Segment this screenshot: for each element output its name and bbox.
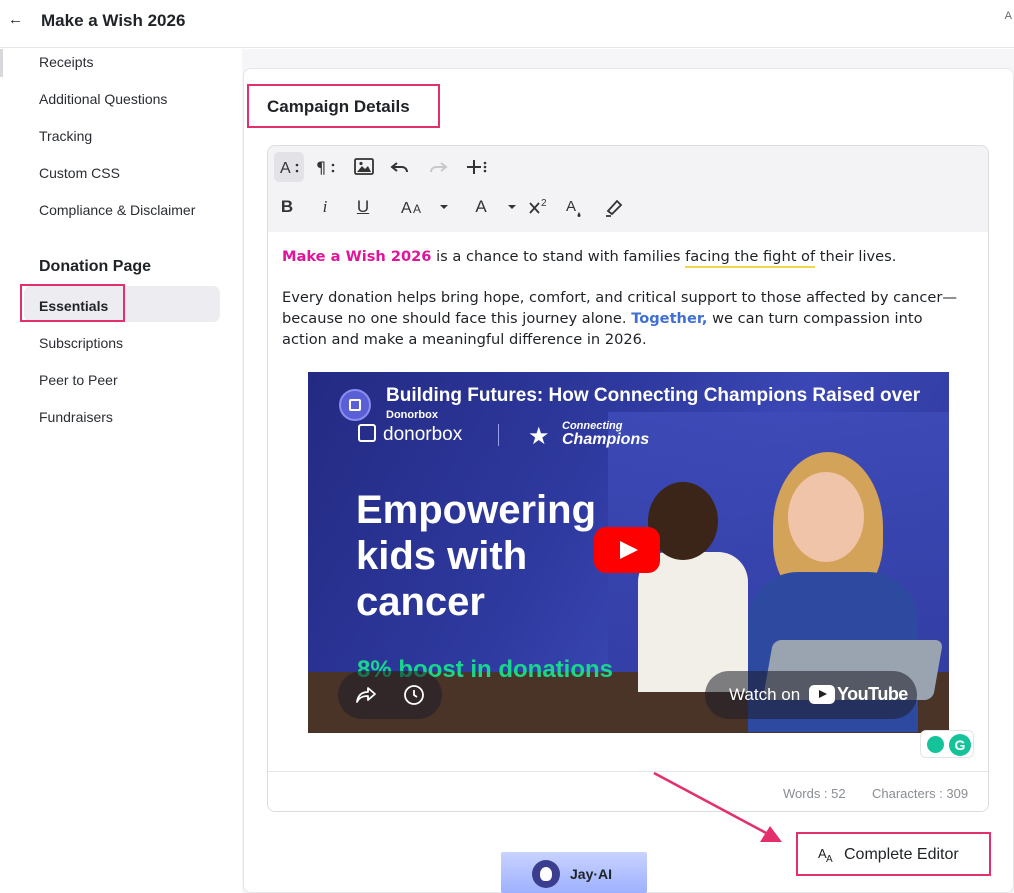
editor-content[interactable]: Make a Wish 2026 is a chance to stand wi… (282, 246, 972, 350)
top-bar: ← Make a Wish 2026 A (0, 0, 1014, 48)
more-insert-icon[interactable] (465, 155, 489, 179)
font-size-dropdown-icon[interactable] (438, 195, 450, 219)
svg-text:2: 2 (541, 198, 547, 209)
editor-statusbar: Words : 52 Characters : 309 (268, 771, 988, 811)
watch-later-clock-icon[interactable] (402, 683, 426, 707)
sidebar-item-receipts[interactable]: Receipts (39, 53, 93, 71)
grammarly-g-icon[interactable]: G (949, 734, 971, 756)
font-family-dropdown-icon[interactable] (506, 195, 518, 219)
font-family-icon[interactable]: A (472, 195, 490, 219)
section-title-highlight-box (247, 84, 440, 128)
together-text: Together, (631, 310, 708, 327)
sidebar: Receipts Additional Questions Tracking C… (0, 49, 242, 893)
video-channel-name[interactable]: Donorbox (386, 409, 438, 421)
svg-text:A: A (413, 202, 421, 216)
sidebar-item-tracking[interactable]: Tracking (39, 127, 92, 145)
youtube-play-icon (809, 685, 835, 704)
insert-image-icon[interactable] (352, 155, 376, 179)
sidebar-item-custom-css[interactable]: Custom CSS (39, 164, 120, 182)
jay-ai-label: Jay·AI (570, 866, 613, 882)
font-size-icon[interactable]: AA (400, 195, 426, 219)
grammar-underlined-text[interactable]: facing the fight of (685, 248, 816, 268)
watch-on-label: Watch on (729, 685, 801, 704)
campaign-name-text: Make a Wish 2026 (282, 248, 432, 265)
grammarly-lightbulb-icon[interactable] (927, 736, 944, 753)
sidebar-section-heading: Donation Page (39, 258, 152, 275)
editor-toolbar: A ¶ B i U AA A 2 A (268, 146, 988, 232)
paragraph-format-icon[interactable]: ¶ (314, 155, 338, 179)
back-arrow-icon[interactable]: ← (8, 10, 26, 30)
essentials-highlight-box (20, 284, 125, 322)
sidebar-item-peer-to-peer[interactable]: Peer to Peer (39, 371, 118, 389)
youtube-label: YouTube (837, 684, 908, 704)
share-icon[interactable] (354, 683, 378, 707)
sidebar-item-fundraisers[interactable]: Fundraisers (39, 408, 113, 426)
svg-text:¶: ¶ (316, 158, 326, 177)
sidebar-item-additional-questions[interactable]: Additional Questions (39, 90, 167, 108)
video-controls (338, 671, 442, 719)
italic-icon[interactable]: i (314, 195, 336, 219)
paragraph-1: Make a Wish 2026 is a chance to stand wi… (282, 246, 972, 268)
video-embed[interactable]: Building Futures: How Connecting Champio… (308, 372, 949, 733)
superscript-icon[interactable]: 2 (527, 195, 551, 219)
video-title[interactable]: Building Futures: How Connecting Champio… (386, 384, 920, 408)
p1-text-a: is a chance to stand with families (431, 248, 686, 265)
channel-avatar-icon[interactable] (339, 389, 371, 421)
play-button-icon[interactable] (594, 527, 660, 573)
champions-star-icon: ★ (528, 423, 550, 450)
jay-ai-button[interactable]: Jay·AI (501, 852, 647, 893)
woman-face (788, 472, 864, 562)
sidebar-scrollbar[interactable] (0, 49, 3, 77)
watch-on-youtube-button[interactable]: Watch on YouTube (705, 671, 917, 719)
complete-editor-button[interactable]: AA Complete Editor (796, 832, 991, 876)
text-color-icon[interactable]: A (564, 195, 586, 219)
svg-text:A: A (566, 198, 576, 215)
sidebar-item-compliance[interactable]: Compliance & Disclaimer (39, 201, 195, 219)
complete-editor-label: Complete Editor (844, 846, 959, 863)
corner-mark: A (1004, 10, 1012, 22)
grammarly-widget[interactable]: G (920, 730, 974, 758)
highlight-icon[interactable] (603, 195, 625, 219)
svg-text:A: A (401, 200, 412, 217)
jay-ai-avatar-icon (532, 860, 560, 888)
sidebar-item-subscriptions[interactable]: Subscriptions (39, 334, 123, 352)
font-size-icon: AA (818, 846, 833, 864)
redo-icon[interactable] (426, 155, 450, 179)
word-count: Words : 52 (783, 786, 846, 801)
font-style-icon[interactable]: A (278, 155, 302, 179)
logo-divider (498, 424, 499, 446)
rich-text-editor[interactable]: A ¶ B i U AA A 2 A Make a Wish 2026 is a… (267, 145, 989, 812)
page-title: Make a Wish 2026 (41, 11, 186, 30)
svg-text:A: A (280, 160, 291, 177)
donorbox-logo: donorbox (358, 424, 462, 446)
paragraph-2: Every donation helps bring hope, comfort… (282, 287, 972, 350)
bold-icon[interactable]: B (276, 195, 298, 219)
undo-icon[interactable] (388, 155, 412, 179)
svg-text:A: A (826, 854, 833, 864)
underline-icon[interactable]: U (352, 195, 374, 219)
character-count: Characters : 309 (872, 786, 969, 801)
p1-text-b: their lives. (815, 248, 897, 265)
